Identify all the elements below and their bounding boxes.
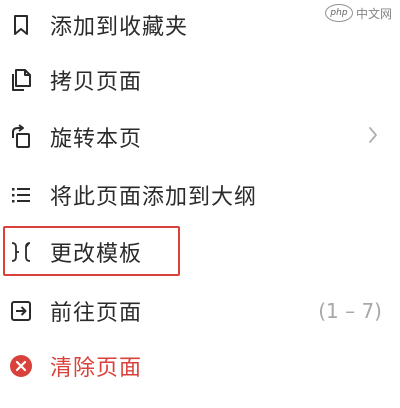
rotate-page-icon <box>8 124 34 150</box>
menu-item-rotate-page[interactable]: 旋转本页 <box>0 108 400 166</box>
menu-item-label: 添加到收藏夹 <box>50 15 189 40</box>
chevron-right-icon <box>368 125 378 149</box>
menu-item-copy-page[interactable]: 拷贝页面 <box>0 51 400 109</box>
menu-item-add-to-favorites[interactable]: 添加到收藏夹 <box>0 0 400 54</box>
page-range-text: (1 – 7) <box>318 299 382 323</box>
menu-item-label: 清除页面 <box>50 356 143 381</box>
go-to-page-icon <box>8 298 34 324</box>
copy-pages-icon <box>8 67 34 93</box>
bookmark-icon <box>8 12 34 38</box>
highlight-box <box>3 226 180 276</box>
menu-item-label: 旋转本页 <box>50 127 143 152</box>
context-menu: php 中文网 添加到收藏夹 拷贝页面 旋转本页 将此页面添加到大纲 更改模板 … <box>0 0 400 408</box>
menu-item-label: 将此页面添加到大纲 <box>50 185 258 210</box>
menu-item-add-to-outline[interactable]: 将此页面添加到大纲 <box>0 166 400 224</box>
menu-item-clear-page[interactable]: 清除页面 <box>0 337 400 395</box>
menu-item-label: 前往页面 <box>50 301 143 326</box>
menu-item-go-to-page[interactable]: 前往页面 (1 – 7) <box>0 282 400 340</box>
clear-circle-icon <box>8 353 34 379</box>
outline-list-icon <box>8 182 34 208</box>
menu-item-label: 拷贝页面 <box>50 70 143 95</box>
